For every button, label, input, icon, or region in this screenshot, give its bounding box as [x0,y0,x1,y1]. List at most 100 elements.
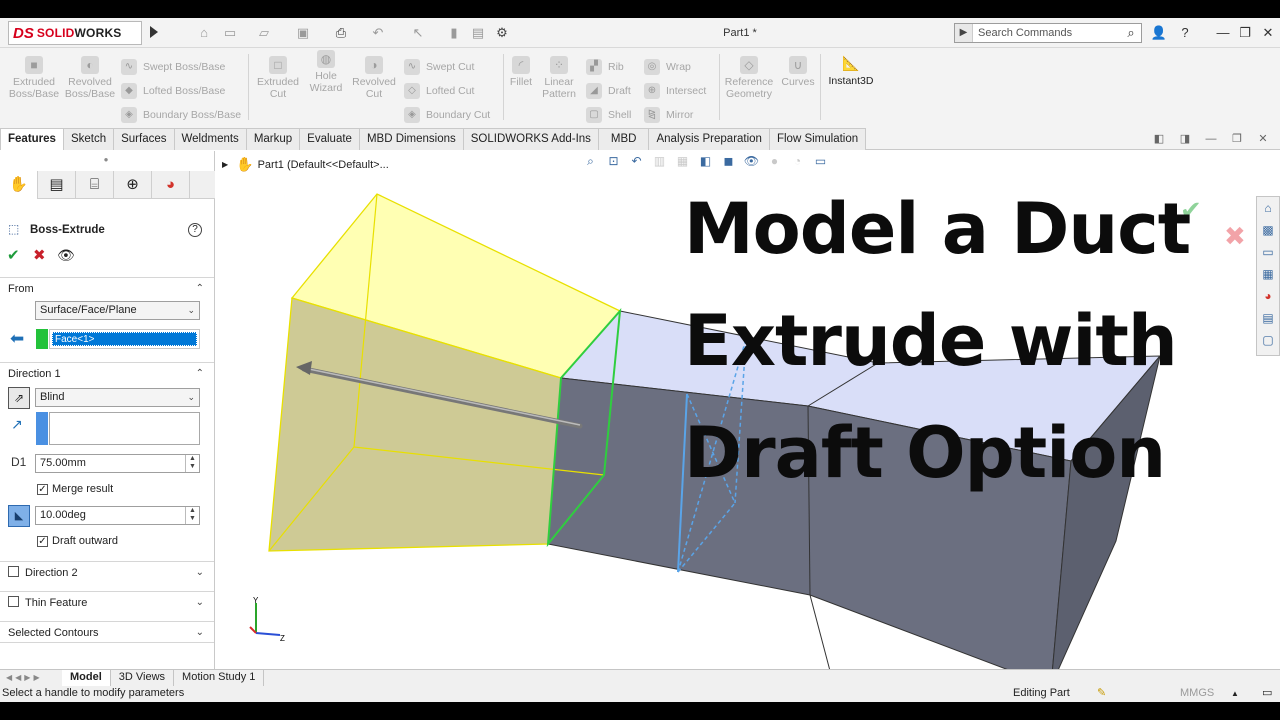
tab-scroll-arrows-icon[interactable]: ◀◀▶▶ [0,670,62,686]
sketch-status-icon[interactable]: ✎ [1097,686,1106,701]
panel-grip-icon[interactable]: ● [100,155,112,164]
tooltip-icon[interactable]: ▭ [1262,686,1272,701]
tab-mbd[interactable]: MBD [597,128,650,150]
rebuild-icon[interactable]: ▮ [446,25,462,41]
tab-evaluate[interactable]: Evaluate [299,128,360,150]
tab-mbd-dimensions[interactable]: MBD Dimensions [358,128,464,150]
view-orientation-icon[interactable]: ◧ [697,153,714,170]
save-icon[interactable]: ▣ [295,25,311,41]
help-icon[interactable]: ? [1176,24,1194,42]
solidworks-resources-icon[interactable]: ⌂ [1258,198,1278,218]
menu-expand-icon[interactable] [150,26,158,38]
expand-chevron-icon[interactable]: ⌄ [196,622,204,644]
forum-icon[interactable]: ▢ [1258,330,1278,350]
configuration-manager-tab-icon[interactable]: ⌸ [76,171,114,199]
hole-wizard-button[interactable]: ◍ Hole Wizard [303,50,349,94]
fillet-button[interactable]: ◜ Fillet [506,56,536,88]
extruded-cut-button[interactable]: □ Extruded Cut [254,56,302,100]
thin-feature-group-header[interactable]: Thin Feature ⌄ [0,591,214,613]
reverse-direction-icon[interactable]: ⇗ [8,387,30,409]
extruded-boss-button[interactable]: ■ Extruded Boss/Base [8,56,60,100]
ok-check-icon[interactable]: ✔ [7,246,20,264]
graphics-area[interactable]: ▶ ✋ Part1 (Default<<Default>... ⌕ ⊡ ↶ ▥ … [216,151,1280,669]
dynamic-annotation-icon[interactable]: ▦ [674,153,691,170]
close-icon[interactable]: ✕ [1259,24,1277,42]
draft-on-off-icon[interactable]: ◣ [8,505,30,527]
direction1-group-header[interactable]: Direction 1 ⌃ [0,362,214,384]
part-tree-label[interactable]: Part1 (Default<<Default>... [258,159,389,171]
spin-arrows-icon[interactable]: ▲ ▼ [185,455,199,472]
collapse-chevron-icon[interactable]: ⌃ [196,278,204,300]
solidworks-logo[interactable]: DS SOLIDWORKS [8,21,142,45]
merge-result-checkbox[interactable]: ✓ Merge result [37,483,113,495]
feature-manager-tab-icon[interactable]: ✋ [0,171,38,199]
start-condition-select[interactable]: Surface/Face/Plane ⌄ [35,301,200,320]
custom-properties-icon[interactable]: ▤ [1258,308,1278,328]
preview-eye-icon[interactable]: 👁 [57,247,75,264]
file-explorer-icon[interactable]: ▭ [1258,242,1278,262]
revolved-boss-button[interactable]: ◐ Revolved Boss/Base [64,56,116,100]
zoom-to-area-icon[interactable]: ⊡ [605,153,622,170]
unit-system[interactable]: MMGS [1180,686,1214,701]
face-selection-box[interactable]: Face<1> [49,329,200,349]
checkbox-checked-icon[interactable]: ✓ [37,483,48,495]
depth-input[interactable]: 75.00mm ▲ ▼ [35,454,200,473]
spin-arrows-icon[interactable]: ▲ ▼ [185,507,199,524]
window-minimize-icon[interactable]: — [1204,132,1218,146]
design-library-icon[interactable]: ▩ [1258,220,1278,240]
search-commands-box[interactable]: ▶ Search Commands ⌕ [954,23,1142,43]
tab-motion-study-1[interactable]: Motion Study 1 [174,670,265,686]
apply-scene-icon[interactable]: ◔ [789,153,806,170]
confirmation-corner-cancel-icon[interactable]: ✖ [1224,221,1246,252]
expand-chevron-icon[interactable]: ⌄ [196,592,204,614]
home-icon[interactable]: ⌂ [196,25,212,41]
selected-face-item[interactable]: Face<1> [52,332,197,346]
boundary-cut-button[interactable]: ◈ Boundary Cut [404,107,490,123]
swept-cut-button[interactable]: ∿ Swept Cut [404,59,474,75]
appearances-icon[interactable]: ◕ [1258,286,1278,306]
user-icon[interactable]: 👤 [1150,24,1168,42]
linear-pattern-button[interactable]: ⁘ Linear Pattern [538,56,580,100]
revolved-cut-button[interactable]: ◑ Revolved Cut [350,56,398,100]
draft-button[interactable]: ◢ Draft [586,83,631,99]
expand-chevron-icon[interactable]: ⌄ [196,562,204,584]
direction-selection-box[interactable] [49,412,200,445]
tab-analysis-preparation[interactable]: Analysis Preparation [648,128,770,150]
direction2-group-header[interactable]: Direction 2 ⌄ [0,561,214,583]
panel-left-icon[interactable]: ◧ [1152,132,1166,146]
dimxpert-manager-tab-icon[interactable]: ⊕ [114,171,152,199]
open-icon[interactable]: ▱ [256,25,272,41]
tab-solidworks-add-ins[interactable]: SOLIDWORKS Add-Ins [462,128,599,150]
options-icon[interactable]: ⚙ [494,25,510,41]
tab-features[interactable]: Features [0,128,64,150]
wrap-button[interactable]: ◎ Wrap [644,59,691,75]
reference-geometry-button[interactable]: ◇ Reference Geometry [722,56,776,100]
restore-icon[interactable]: ❐ [1236,24,1254,42]
print-icon[interactable]: ⎙ [333,25,349,41]
lofted-boss-button[interactable]: ◆ Lofted Boss/Base [121,83,225,99]
checkbox-unchecked-icon[interactable] [8,566,19,577]
boundary-boss-button[interactable]: ◈ Boundary Boss/Base [121,107,241,123]
mirror-button[interactable]: ⧎ Mirror [644,107,693,123]
checkbox-unchecked-icon[interactable] [8,596,19,607]
rib-button[interactable]: ▞ Rib [586,59,624,75]
display-manager-tab-icon[interactable]: ◕ [152,171,190,199]
view-palette-icon[interactable]: ▦ [1258,264,1278,284]
minimize-icon[interactable]: — [1214,24,1232,42]
draft-outward-checkbox[interactable]: ✓ Draft outward [37,535,118,547]
expand-triangle-icon[interactable]: ▶ [222,160,228,169]
cancel-x-icon[interactable]: ✖ [33,246,46,264]
window-close-icon[interactable]: ✕ [1256,132,1270,146]
collapse-chevron-icon[interactable]: ⌃ [196,363,204,385]
curves-button[interactable]: ∪ Curves [780,56,816,88]
hide-show-icon[interactable]: 👁 [743,153,760,170]
checkbox-checked-icon[interactable]: ✓ [37,535,48,547]
end-condition-select[interactable]: Blind ⌄ [35,388,200,407]
undo-icon[interactable]: ↶ [370,25,386,41]
lofted-cut-button[interactable]: ◇ Lofted Cut [404,83,474,99]
tab-surfaces[interactable]: Surfaces [113,128,175,150]
from-group-header[interactable]: From ⌃ [0,277,214,299]
file-properties-icon[interactable]: ▤ [470,25,486,41]
instant3d-button[interactable]: 📐 Instant3D [824,54,878,87]
zoom-to-fit-icon[interactable]: ⌕ [582,153,599,170]
